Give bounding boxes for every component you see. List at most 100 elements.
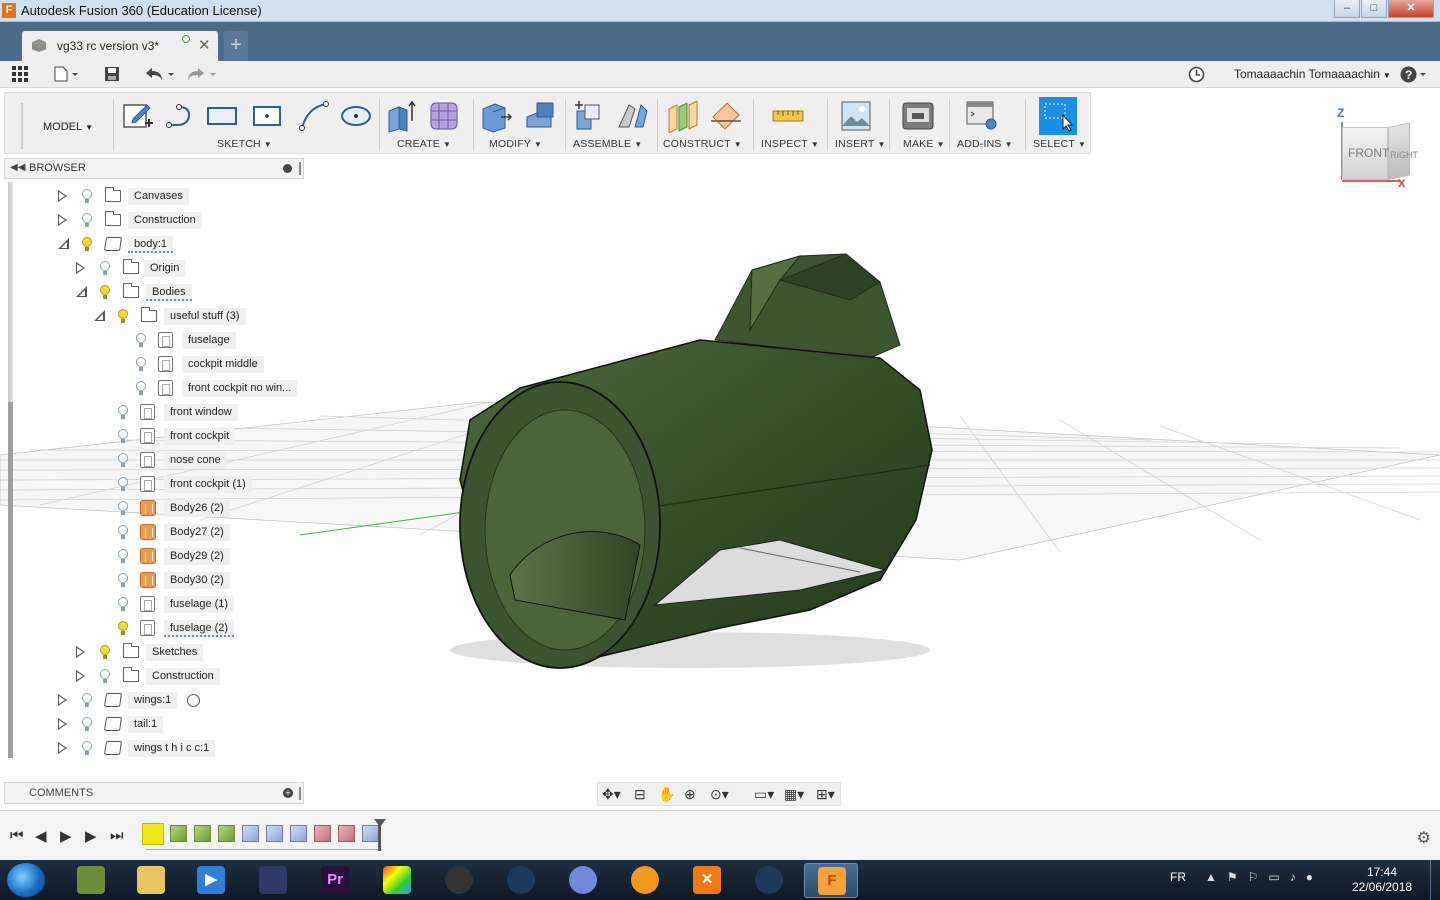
save-icon[interactable] [104,66,120,82]
timeline-marker[interactable] [374,819,386,851]
close-window-button[interactable]: ✕ [1388,0,1434,18]
fillet-icon[interactable] [523,99,557,133]
make-menu[interactable]: MAKE ▼ [903,138,945,150]
visibility-bulb-icon[interactable] [81,213,92,228]
visibility-bulb-icon[interactable] [117,621,128,636]
visibility-bulb-icon[interactable] [135,333,146,348]
visibility-bulb-icon[interactable] [99,645,110,660]
visibility-bulb-icon[interactable] [117,429,128,444]
expand-arrow-icon[interactable] [76,670,85,682]
taskbar-color-app[interactable] [370,863,424,898]
visibility-bulb-icon[interactable] [81,717,92,732]
system-tray-icons[interactable]: ▲⚑⚐▭♪● [1205,870,1323,884]
arc-tool-icon[interactable] [297,99,331,133]
scripts-addins-icon[interactable] [965,99,999,133]
timeline-feature[interactable] [290,825,307,842]
collapse-browser-icon[interactable]: ◀◀ [10,162,25,173]
inspect-menu[interactable]: INSPECT ▼ [761,138,819,150]
go-to-start-icon[interactable]: ⏮ [10,827,24,844]
timeline-feature[interactable] [362,825,379,842]
construct-menu[interactable]: CONSTRUCT ▼ [663,138,742,150]
timeline-group-feature[interactable] [142,823,164,845]
browser-scrollbar[interactable] [8,182,13,758]
create-menu[interactable]: CREATE ▼ [397,138,451,150]
circle-tool-icon[interactable] [339,99,373,133]
expand-arrow-icon[interactable] [76,646,85,658]
expand-arrow-icon[interactable] [58,190,67,202]
data-panel-grid-icon[interactable] [12,66,28,82]
form-icon[interactable] [427,99,461,133]
user-account-menu[interactable]: Tomaaaachin Tomaaaachin ▼ [1234,67,1391,81]
plane-at-angle-icon[interactable] [709,99,743,133]
timeline-feature[interactable] [338,825,355,842]
measure-icon[interactable] [771,99,805,133]
help-icon[interactable]: ? [1400,66,1430,83]
activate-component-icon[interactable] [187,694,200,707]
timeline-feature[interactable] [314,825,331,842]
look-at-icon[interactable]: ⊟ [634,786,646,803]
step-forward-icon[interactable]: ▶ [85,827,97,845]
document-tab[interactable]: vg33 rc version v3* ✕ [22,31,218,61]
collapse-arrow-icon[interactable] [58,238,69,249]
insert-menu[interactable]: INSERT ▼ [835,138,886,150]
taskbar-media-player[interactable]: ▶ [184,863,238,898]
expand-arrow-icon[interactable] [58,694,67,706]
display-settings-icon[interactable]: ▭▾ [754,786,774,803]
zoom-icon[interactable]: ⊕ [684,786,696,803]
redo-icon[interactable] [186,66,218,82]
undo-icon[interactable] [144,66,176,82]
line-tool-icon[interactable] [163,99,197,133]
show-desktop-button[interactable] [1430,860,1440,900]
browser-minimize-icon[interactable] [283,164,292,173]
close-tab-button[interactable]: ✕ [198,36,211,54]
view-cube[interactable]: Z FRONT RIGHT X [1330,100,1420,195]
maximize-button[interactable]: □ [1361,0,1387,18]
taskbar-premiere[interactable]: Pr [308,863,362,898]
taskbar-explorer[interactable] [124,863,178,898]
step-back-icon[interactable]: ◀ [35,827,47,845]
expand-arrow-icon[interactable] [58,214,67,226]
visibility-bulb-icon[interactable] [117,501,128,516]
timeline-feature[interactable] [218,825,235,842]
timeline-feature[interactable] [170,825,187,842]
insert-image-icon[interactable] [839,99,873,133]
file-menu-icon[interactable] [54,66,80,82]
visibility-bulb-icon[interactable] [117,573,128,588]
modify-menu[interactable]: MODIFY ▼ [489,138,542,150]
visibility-bulb-icon[interactable] [135,381,146,396]
select-menu[interactable]: SELECT ▼ [1033,138,1086,150]
add-comment-icon[interactable]: + [283,788,293,798]
extrude-icon[interactable] [385,99,419,133]
collapse-arrow-icon[interactable] [76,286,87,297]
pan-hand-icon[interactable]: ✋ [658,786,675,803]
visibility-bulb-icon[interactable] [117,525,128,540]
expand-arrow-icon[interactable] [76,262,85,274]
taskbar-app-orange[interactable] [618,863,672,898]
workspace-switcher[interactable]: MODEL ▼ [21,103,109,149]
visibility-bulb-icon[interactable] [81,741,92,756]
taskbar-steam-2[interactable] [742,863,796,898]
taskbar-app-x[interactable]: ✕ [680,863,734,898]
viewports-icon[interactable]: ⊞▾ [816,786,835,803]
visibility-bulb-icon[interactable] [99,285,110,300]
taskbar-obs[interactable] [432,863,486,898]
visibility-bulb-icon[interactable] [81,189,92,204]
timeline-feature[interactable] [242,825,259,842]
taskbar-fusion360[interactable]: F [804,863,858,898]
visibility-bulb-icon[interactable] [81,237,92,252]
play-icon[interactable]: ▶ [60,827,72,845]
taskbar-minecraft[interactable] [64,863,118,898]
visibility-bulb-icon[interactable] [117,549,128,564]
collapse-arrow-icon[interactable] [94,310,105,321]
visibility-bulb-icon[interactable] [135,357,146,372]
3d-print-icon[interactable] [901,99,935,133]
visibility-bulb-icon[interactable] [99,261,110,276]
assemble-menu[interactable]: ASSEMBLE ▼ [573,138,642,150]
taskbar-steam[interactable] [494,863,548,898]
rectangle-tool-icon[interactable] [205,99,239,133]
new-component-icon[interactable] [571,99,605,133]
select-tool-button[interactable] [1039,97,1077,135]
expand-arrow-icon[interactable] [58,718,67,730]
visibility-bulb-icon[interactable] [117,309,128,324]
visibility-bulb-icon[interactable] [117,597,128,612]
